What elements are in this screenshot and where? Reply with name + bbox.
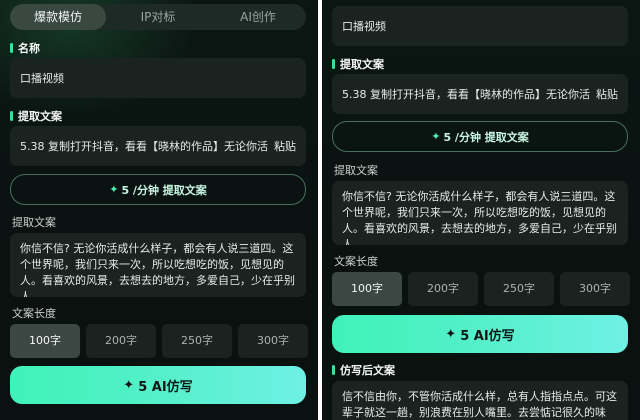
length-option-100[interactable]: 100字 [10,324,80,358]
paste-button[interactable]: 粘贴 [268,138,296,154]
tab-ai-create[interactable]: AI创作 [210,4,306,30]
extracted-text-label: 提取文案 [334,164,378,177]
link-input[interactable]: 5.38 复制打开抖音，看看【晓林的作品】无论你活成什么样子 粘贴 [10,126,306,166]
name-input-value: 口播视频 [342,20,386,33]
length-label: 文案长度 [334,255,378,268]
tab-hot-imitation[interactable]: 爆款模仿 [10,4,106,30]
screenshot-composite: 爆款模仿 IP对标 AI创作 名称 口播视频 提取文案 5.38 复制打开抖音，… [0,0,640,420]
accent-bar [332,365,335,375]
ai-rewrite-button[interactable]: ✦ 5 AI仿写 [10,366,306,404]
extract-copy-button[interactable]: ✦ 5 /分钟 提取文案 [332,121,628,152]
link-input-value: 5.38 复制打开抖音，看看【晓林的作品】无论你活成什么样子 [342,88,590,101]
extracted-text-area[interactable]: 你信不信? 无论你活成什么样子，都会有人说三道四。这个世界呢，我们只来一次，所以… [332,181,628,245]
sparkle-icon: ✦ [431,130,441,143]
length-option-250[interactable]: 250字 [162,324,232,358]
name-input[interactable]: 口播视频 [332,6,628,46]
accent-bar [332,59,335,69]
name-input-value: 口播视频 [20,72,64,85]
ai-rewrite-label: 5 AI仿写 [138,379,193,395]
accent-bar [10,111,13,121]
name-input[interactable]: 口播视频 [10,58,306,98]
result-section-title: 仿写后文案 [332,362,395,378]
sparkle-icon: ✦ [109,183,119,196]
length-option-200[interactable]: 200字 [408,272,478,306]
length-label: 文案长度 [12,307,56,320]
name-section-title: 名称 [10,40,40,56]
extract-button-label: 5 /分钟 提取文案 [121,183,207,197]
ai-rewrite-label: 5 AI仿写 [460,328,515,344]
sparkle-icon: ✦ [445,326,457,342]
sparkle-icon: ✦ [123,377,135,393]
left-screen: 爆款模仿 IP对标 AI创作 名称 口播视频 提取文案 5.38 复制打开抖音，… [0,0,318,420]
ai-rewrite-button[interactable]: ✦ 5 AI仿写 [332,315,628,353]
length-option-300[interactable]: 300字 [560,272,630,306]
extract-button-label: 5 /分钟 提取文案 [443,130,529,144]
tab-ip-benchmark[interactable]: IP对标 [110,4,206,30]
link-input[interactable]: 5.38 复制打开抖音，看看【晓林的作品】无论你活成什么样子 粘贴 [332,74,628,114]
length-option-250[interactable]: 250字 [484,272,554,306]
extract-section-title: 提取文案 [10,108,62,124]
length-option-300[interactable]: 300字 [238,324,308,358]
name-title-text: 名称 [18,42,40,55]
extracted-text-label: 提取文案 [12,216,56,229]
length-option-200[interactable]: 200字 [86,324,156,358]
accent-bar [10,43,13,53]
extracted-text-area[interactable]: 你信不信? 无论你活成什么样子，都会有人说三道四。这个世界呢，我们只来一次，所以… [10,233,306,297]
mode-tabbar: 爆款模仿 IP对标 AI创作 [10,4,306,30]
extract-copy-button[interactable]: ✦ 5 /分钟 提取文案 [10,174,306,205]
extract-title-text: 提取文案 [18,110,62,123]
result-title-text: 仿写后文案 [340,364,395,377]
paste-button[interactable]: 粘贴 [590,86,618,102]
rewritten-text-area[interactable]: 信不信由你，不管你活成什么样，总有人指指点点。可这辈子就这一趟，别浪费在别人嘴里… [332,381,628,420]
extract-title-text: 提取文案 [340,58,384,71]
length-option-100[interactable]: 100字 [332,272,402,306]
right-screen: 口播视频 提取文案 5.38 复制打开抖音，看看【晓林的作品】无论你活成什么样子… [322,0,640,420]
link-input-value: 5.38 复制打开抖音，看看【晓林的作品】无论你活成什么样子 [20,140,268,153]
extract-section-title: 提取文案 [332,56,384,72]
